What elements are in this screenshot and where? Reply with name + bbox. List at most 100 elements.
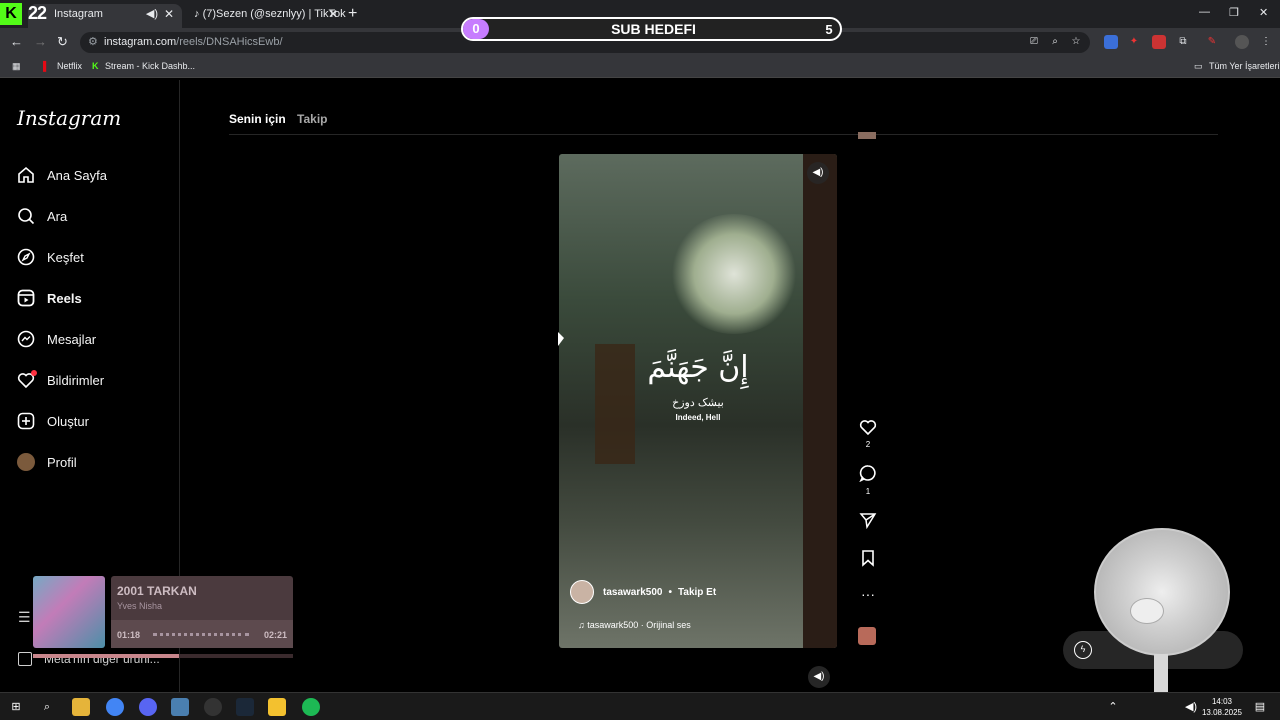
mute-button[interactable]: ◀) xyxy=(807,162,829,184)
feed-tabs: Senin için Takip xyxy=(229,112,327,126)
elapsed-time: 01:18 xyxy=(117,630,141,640)
instagram-logo[interactable]: Instagram xyxy=(17,106,121,130)
bookmark-star-icon[interactable]: ☆ xyxy=(1069,35,1083,49)
nav-home[interactable]: Ana Sayfa xyxy=(17,163,107,187)
nav-label: Ara xyxy=(47,208,68,224)
clock-time: 14:03 xyxy=(1211,697,1232,706)
avatar[interactable] xyxy=(570,580,594,604)
kick-logo-icon: K xyxy=(0,3,22,25)
nav-label: Profil xyxy=(47,454,77,470)
previous-reel-thumbnail[interactable] xyxy=(858,132,876,139)
tab-tiktok[interactable]: ♪ (7)Sezen (@seznlyy) | TikTok ✕ xyxy=(186,4,346,28)
bookmark-kick[interactable]: Stream - Kick Dashb... xyxy=(105,61,195,71)
system-clock[interactable]: 14:03 13.08.2025 xyxy=(1202,696,1242,718)
url-path: /reels/DNSAHicsEwb/ xyxy=(176,36,283,48)
steam-icon[interactable] xyxy=(236,698,254,716)
comment-icon[interactable] xyxy=(856,464,880,487)
messenger-icon xyxy=(17,330,35,348)
like-icon[interactable] xyxy=(856,418,880,441)
install-app-icon[interactable]: ⎚ xyxy=(1027,35,1041,49)
zoom-icon[interactable]: ⌕ xyxy=(1048,35,1062,49)
nav-create[interactable]: Oluştur xyxy=(17,409,89,433)
volume-icon[interactable]: ◀) xyxy=(1182,698,1200,716)
tab-following[interactable]: Takip xyxy=(297,112,327,126)
reel-video[interactable]: ◀) إِنَّ جَهَنَّمَ بیشک دوزخ Indeed, Hel… xyxy=(559,154,837,648)
netflix-icon: ▌ xyxy=(43,61,50,71)
messenger-icon: ϟ xyxy=(1074,641,1092,659)
forward-button[interactable]: → xyxy=(34,34,47,49)
apps-grid-icon[interactable]: ▦ xyxy=(12,61,21,72)
total-time: 02:21 xyxy=(263,630,287,640)
fan-hub xyxy=(1130,598,1164,624)
extensions-puzzle-icon[interactable]: ⧉ xyxy=(1176,35,1190,49)
close-tab-icon[interactable]: ✕ xyxy=(328,4,338,24)
extension-icon[interactable]: ✦ xyxy=(1127,35,1141,49)
comment-count: 1 xyxy=(865,487,871,496)
nav-explore[interactable]: Keşfet xyxy=(17,245,84,269)
nav-label: Reels xyxy=(47,290,82,306)
restore-button[interactable]: ❐ xyxy=(1229,6,1239,19)
tab-title: (7)Sezen (@seznlyy) | TikTok xyxy=(202,8,346,20)
extension-icon[interactable] xyxy=(1152,35,1166,49)
progress-dots xyxy=(153,633,249,636)
menu-kebab-icon[interactable]: ⋮ xyxy=(1259,35,1273,49)
app-icon[interactable] xyxy=(268,698,286,716)
app-icon[interactable] xyxy=(171,698,189,716)
spotify-icon[interactable] xyxy=(302,698,320,716)
new-tab-button[interactable]: + xyxy=(348,5,357,23)
close-window-button[interactable]: ✕ xyxy=(1259,6,1268,19)
music-player-overlay: 2001 TARKAN Yves Nisha 01:18 02:21 xyxy=(33,576,293,660)
reel-audio[interactable]: ♫ tasawark500 · Orijinal ses xyxy=(578,620,691,630)
hamburger-menu-icon[interactable]: ☰ xyxy=(18,609,31,626)
nav-messages[interactable]: Mesajlar xyxy=(17,327,96,351)
tab-for-you[interactable]: Senin için xyxy=(229,112,286,126)
reel-owner: tasawark500 • Takip Et xyxy=(570,580,716,604)
track-artist: Yves Nisha xyxy=(117,601,163,611)
nav-search[interactable]: Ara xyxy=(17,204,67,228)
bookmarks-bar: ▦ ▌ Netflix K Stream - Kick Dashb... ▭ T… xyxy=(0,56,1280,78)
mouse-cursor xyxy=(558,332,564,346)
sub-goal-progress-bar: 0 SUB HEDEFI 5 xyxy=(461,17,842,41)
follow-button[interactable]: Takip Et xyxy=(678,587,716,598)
chrome-icon[interactable] xyxy=(106,698,124,716)
notifications-icon[interactable]: ▤ xyxy=(1251,698,1269,716)
audio-thumbnail[interactable] xyxy=(858,627,876,645)
extension-icon[interactable] xyxy=(1104,35,1118,49)
back-button[interactable]: ← xyxy=(10,34,23,49)
folder-icon: ▭ xyxy=(1194,61,1203,71)
tray-chevron-icon[interactable]: ⌃ xyxy=(1104,698,1122,716)
reel-username[interactable]: tasawark500 xyxy=(603,587,663,598)
reel-english-caption: Indeed, Hell xyxy=(675,413,721,422)
bookmark-netflix[interactable]: Netflix xyxy=(57,61,82,71)
discord-icon[interactable] xyxy=(139,698,157,716)
album-art xyxy=(33,576,105,648)
nav-label: Ana Sayfa xyxy=(47,167,107,183)
windows-start-icon[interactable]: ⊞ xyxy=(7,698,25,716)
kick-icon: K xyxy=(92,61,99,71)
video-frame-flowers xyxy=(669,214,799,334)
site-info-icon[interactable]: ⚙ xyxy=(88,32,98,53)
mute-button[interactable]: ◀) xyxy=(808,666,830,688)
pen-icon[interactable]: ✎ xyxy=(1205,35,1219,49)
nav-profile[interactable]: Profil xyxy=(17,450,77,474)
nav-reels[interactable]: Reels xyxy=(17,286,82,310)
save-icon[interactable] xyxy=(856,549,880,572)
time-bar: 01:18 02:21 xyxy=(111,620,293,648)
more-options-icon[interactable]: ··· xyxy=(856,586,880,602)
screen: K Instagram ◀) ✕ 22 ♪ (7)Sezen (@seznlyy… xyxy=(0,0,1280,720)
nav-label: Keşfet xyxy=(47,249,84,265)
nav-notifications[interactable]: Bildirimler xyxy=(17,368,104,392)
reload-button[interactable]: ↻ xyxy=(57,34,68,50)
search-icon[interactable]: ⌕ xyxy=(38,698,56,716)
windows-taskbar: ⊞ ⌕ ⌃ ◀) 14:03 13.08.2025 ▤ xyxy=(0,692,1280,720)
file-explorer-icon[interactable] xyxy=(72,698,90,716)
tab-instagram[interactable]: Instagram ◀) ✕ xyxy=(28,4,182,28)
obs-icon[interactable] xyxy=(204,698,222,716)
speaker-icon[interactable]: ◀) xyxy=(146,4,158,24)
close-tab-icon[interactable]: ✕ xyxy=(164,4,174,24)
share-icon[interactable] xyxy=(856,511,880,534)
minimize-button[interactable]: — xyxy=(1199,6,1210,18)
fan-pole xyxy=(1154,654,1168,692)
all-bookmarks[interactable]: Tüm Yer İşaretleri xyxy=(1209,61,1280,71)
profile-avatar[interactable] xyxy=(1235,35,1249,49)
